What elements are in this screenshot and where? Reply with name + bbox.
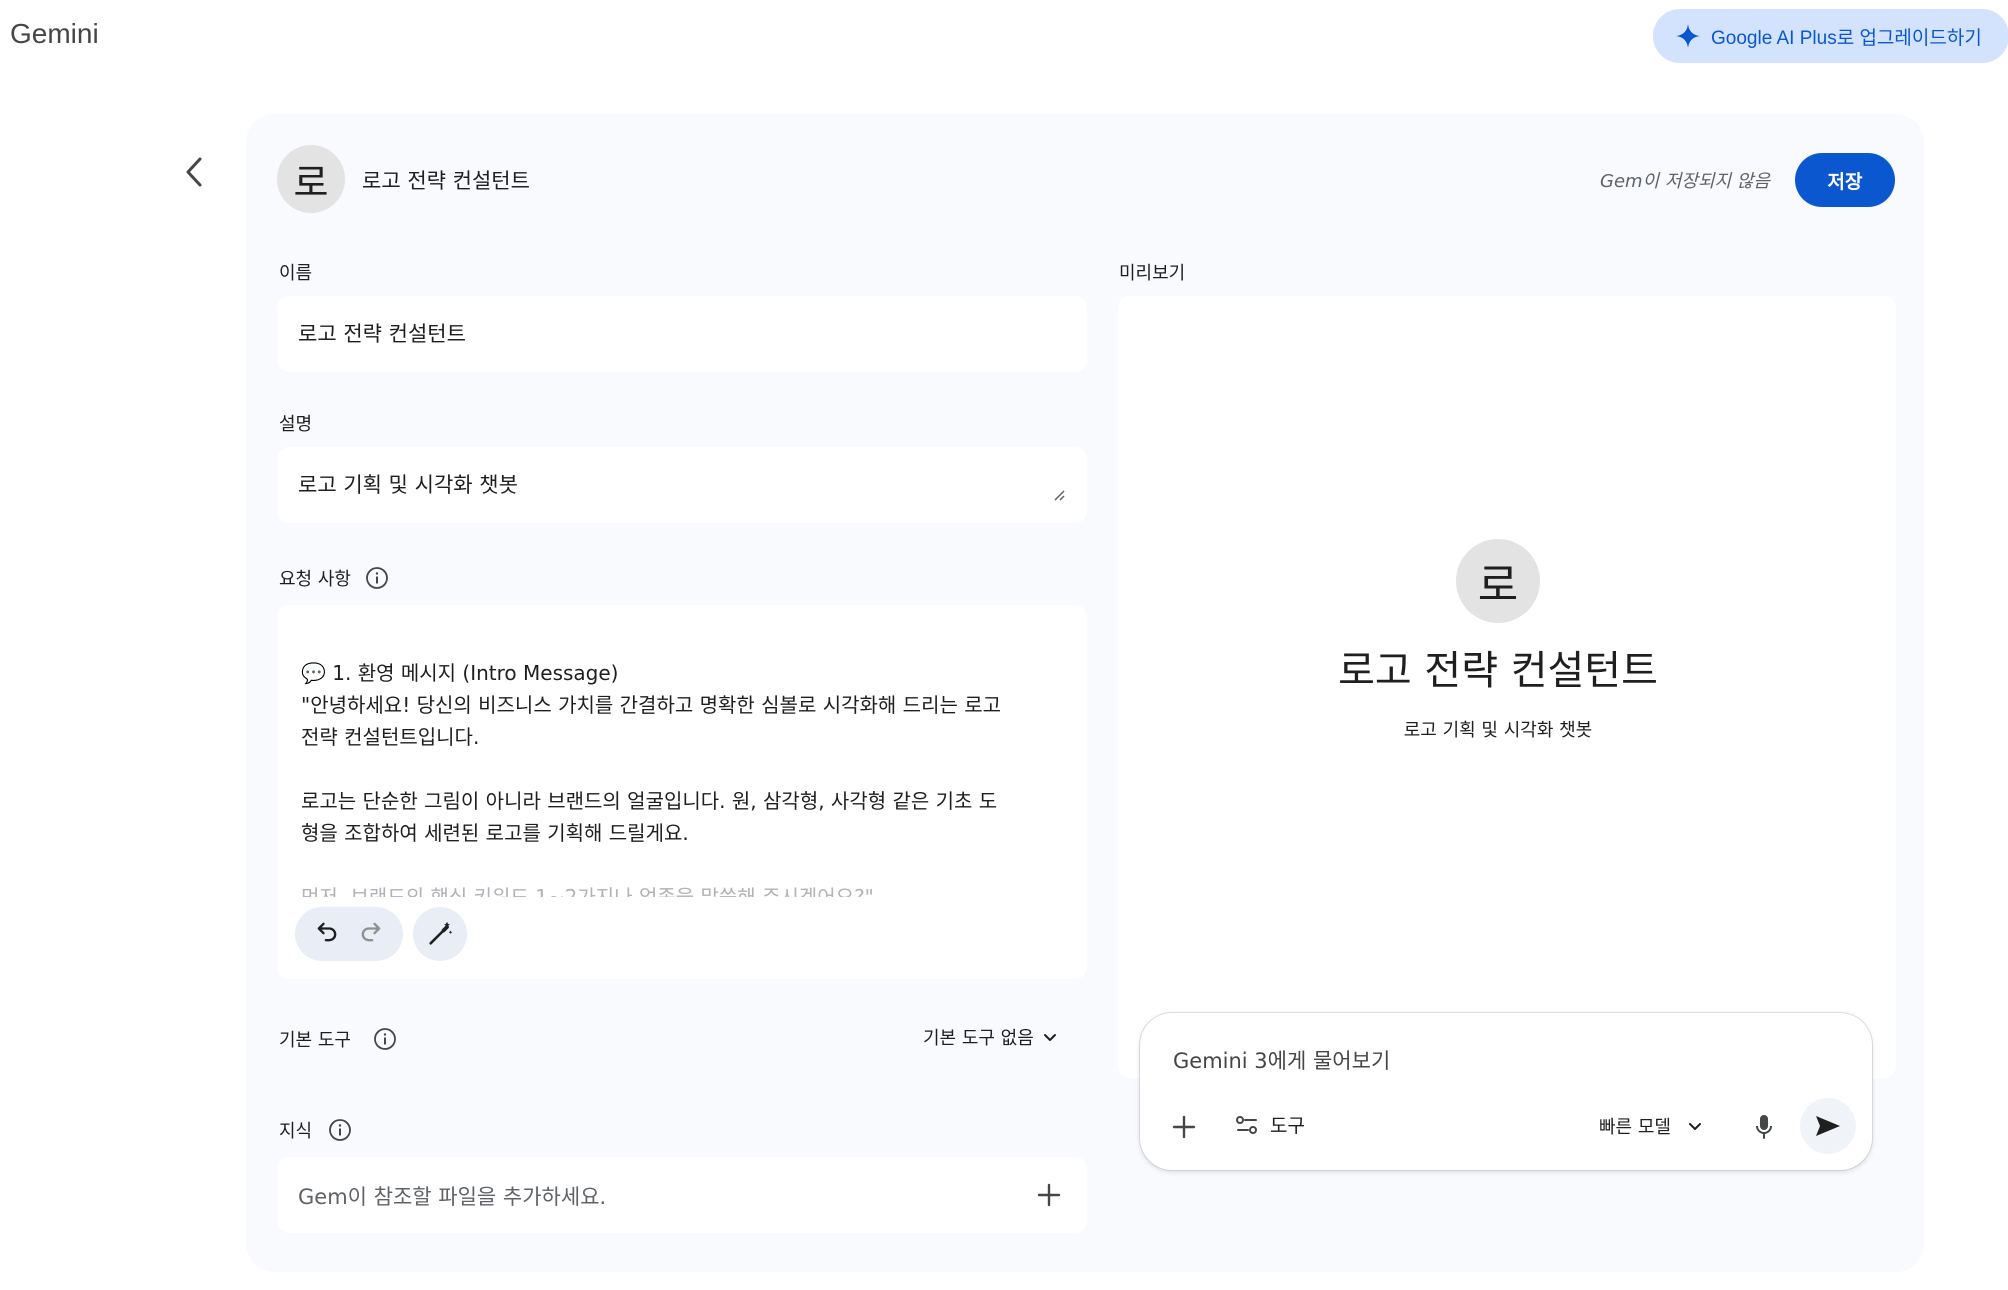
instructions-field[interactable]: 💬 1. 환영 메시지 (Intro Message) "안녕하세요! 당신의 … [277,605,1087,979]
default-tools-label: 기본 도구 [279,1026,397,1052]
tools-label: 도구 [1270,1115,1305,1137]
instructions-label: 요청 사항 [279,565,389,591]
default-tools-label-text: 기본 도구 [279,1030,351,1051]
unsaved-status: Gem이 저장되지 않음 [1600,171,1770,192]
undo-redo-group [295,907,403,961]
redo-icon [361,922,381,942]
default-tools-dropdown[interactable]: 기본 도구 없음 [923,1024,1058,1050]
chevron-left-icon [186,157,202,187]
preview-title: 로고 전략 컨설턴트 [1338,648,1658,694]
upgrade-label: Google AI Plus로 업그레이드하기 [1711,27,1982,49]
instructions-line: "안녕하세요! 당신의 비즈니스 가치를 간결하고 명확한 심볼로 시각화해 드… [301,693,1002,717]
instructions-line: 로고는 단순한 그림이 아니라 브랜드의 얼굴입니다. 원, 삼각형, 사각형 … [301,789,998,813]
instructions-text: 💬 1. 환영 메시지 (Intro Message) "안녕하세요! 당신의 … [301,657,1051,897]
instructions-line: 💬 1. 환영 메시지 (Intro Message) [301,661,619,685]
knowledge-placeholder: Gem이 참조할 파일을 추가하세요. [298,1185,607,1209]
description-label: 설명 [279,410,312,436]
model-selector[interactable]: 빠른 모델 [1599,1113,1703,1139]
instructions-line: 형을 조합하여 세련된 로고를 기획해 드릴게요. [301,821,689,845]
sparkle-icon [1676,24,1700,48]
undo-icon [317,922,337,942]
preview-label-text: 미리보기 [1119,263,1186,284]
send-button[interactable] [1800,1098,1856,1154]
plus-icon[interactable] [1033,1179,1065,1211]
mic-icon [1756,1115,1772,1139]
description-label-text: 설명 [279,414,313,435]
instructions-line: 전략 컨설턴트입니다. [301,725,480,749]
mic-button[interactable] [1748,1109,1780,1145]
resize-handle-icon[interactable] [1051,487,1065,501]
preview-avatar: 로 [1456,539,1540,623]
instructions-line: 먼저, 브랜드의 핵심 키워드 1~2가지나 업종을 말씀해 주시겠어요?" [301,885,874,897]
magic-wand-icon [429,921,453,945]
magic-rewrite-button[interactable] [413,907,467,961]
save-button[interactable]: 저장 [1795,153,1895,207]
name-value: 로고 전략 컨설턴트 [298,322,466,346]
model-label: 빠른 모델 [1599,1117,1671,1138]
app-title[interactable]: Gemini [10,18,99,50]
default-tools-value: 기본 도구 없음 [923,1028,1034,1049]
redo-button[interactable] [357,918,385,950]
name-label-text: 이름 [279,263,313,284]
knowledge-label-text: 지식 [279,1121,313,1142]
tune-icon [1236,1115,1257,1134]
back-button[interactable] [172,150,216,194]
info-icon[interactable] [373,1027,397,1051]
send-icon [1816,1116,1840,1136]
name-field[interactable]: 로고 전략 컨설턴트 [277,296,1087,372]
chat-input-placeholder[interactable]: Gemini 3에게 물어보기 [1173,1045,1390,1075]
gem-avatar: 로 [277,145,345,213]
description-value: 로고 기획 및 시각화 챗봇 [298,473,518,497]
knowledge-field[interactable]: Gem이 참조할 파일을 추가하세요. [277,1157,1087,1233]
preview-label: 미리보기 [1119,259,1185,285]
info-icon[interactable] [328,1118,352,1142]
description-field[interactable]: 로고 기획 및 시각화 챗봇 [277,447,1087,523]
knowledge-label: 지식 [279,1117,352,1143]
chevron-down-icon [1688,1123,1701,1130]
info-icon[interactable] [365,566,389,590]
name-label: 이름 [279,259,312,285]
plus-icon[interactable] [1168,1111,1200,1143]
undo-button[interactable] [313,918,341,950]
upgrade-button[interactable]: Google AI Plus로 업그레이드하기 [1653,9,2008,63]
gem-header-name: 로고 전략 컨설턴트 [362,169,530,193]
preview-description: 로고 기획 및 시각화 챗봇 [1403,720,1593,741]
tools-button[interactable]: 도구 [1234,1111,1305,1138]
chat-input-box[interactable]: Gemini 3에게 물어보기 도구 빠른 모델 [1140,1013,1872,1170]
instructions-label-text: 요청 사항 [279,569,351,590]
chevron-down-icon [1043,1034,1056,1041]
